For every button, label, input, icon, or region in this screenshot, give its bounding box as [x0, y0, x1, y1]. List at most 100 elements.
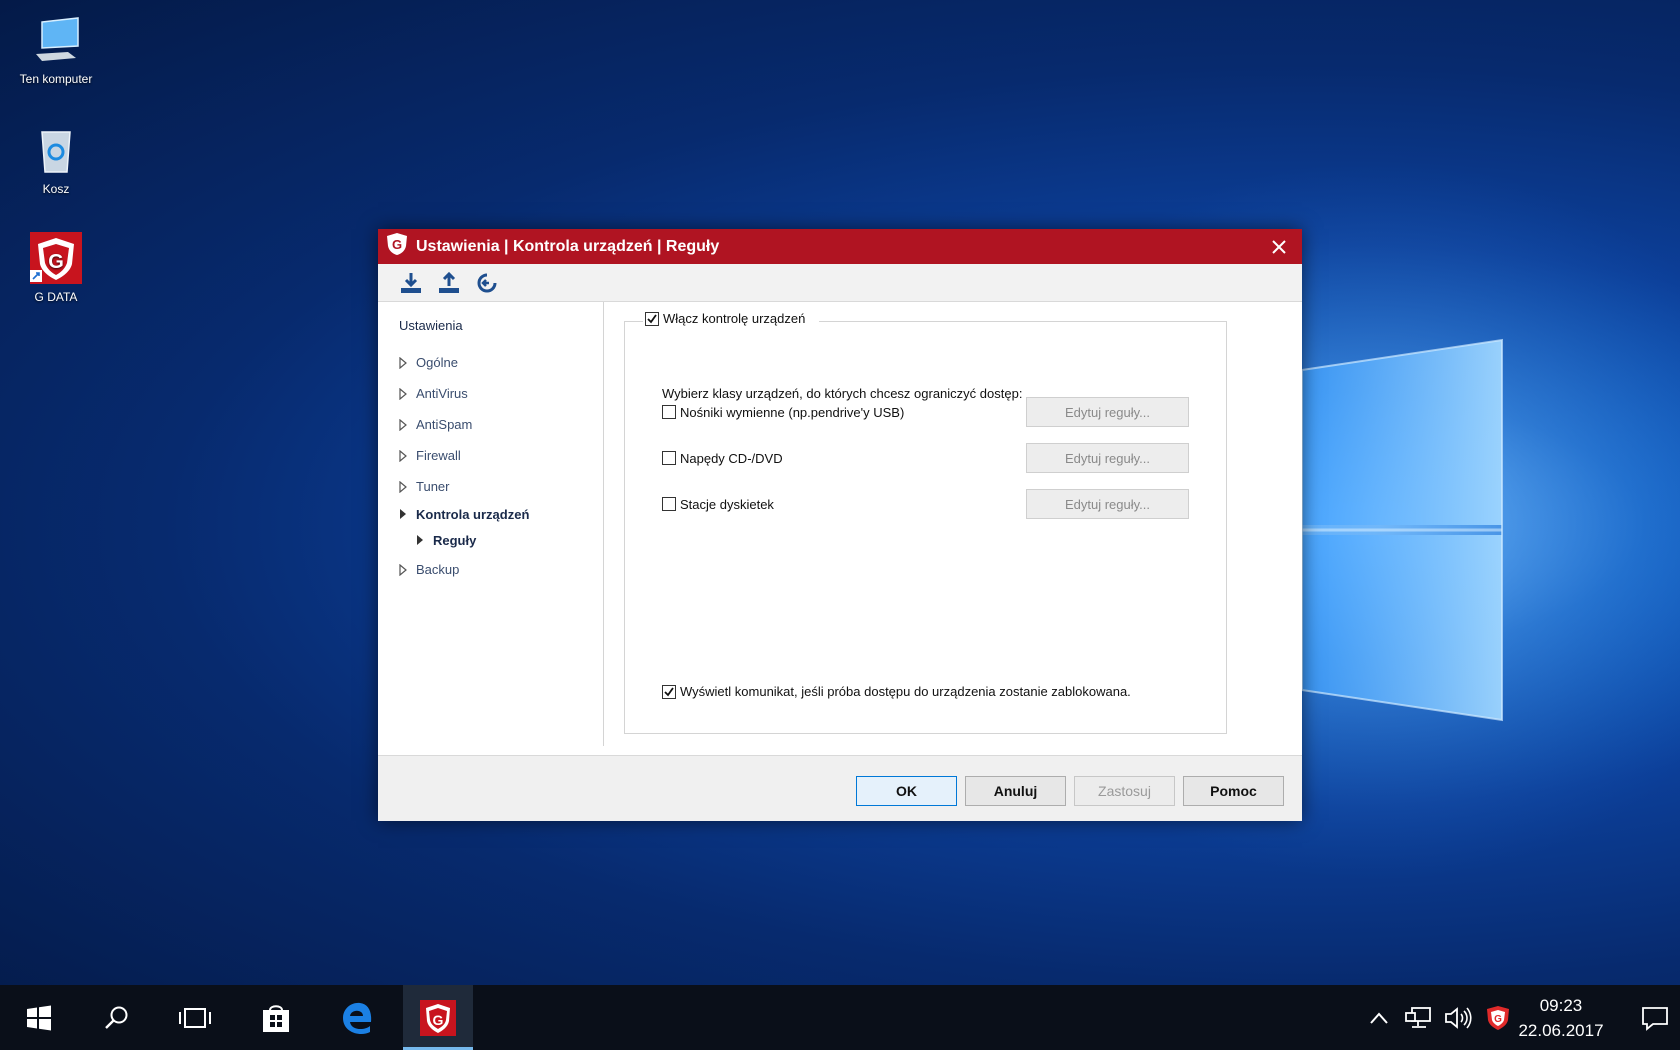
desktop-icon-computer[interactable]: Ten komputer — [10, 12, 102, 86]
enable-device-control-checkbox[interactable]: Włącz kontrolę urządzeń — [643, 311, 820, 326]
checkbox-label: Napędy CD-/DVD — [680, 450, 783, 466]
nav-item-label: Tuner — [416, 479, 450, 494]
svg-text:G: G — [392, 237, 402, 252]
settings-window: G Ustawienia | Kontrola urządzeń | Reguł… — [378, 229, 1302, 821]
taskbar-clock[interactable]: 09:23 22.06.2017 — [1506, 993, 1616, 1043]
nav-item-backup[interactable]: Backup — [378, 554, 603, 585]
desktop-icon-label: Kosz — [42, 182, 70, 196]
ok-button[interactable]: OK — [856, 776, 957, 806]
network-icon — [1405, 1006, 1431, 1028]
window-title: Ustawienia | Kontrola urządzeń | Reguły — [416, 237, 720, 255]
nav-item-label: Ogólne — [416, 355, 458, 370]
checkbox-unchecked — [662, 451, 676, 465]
notification-icon — [1642, 1006, 1668, 1031]
volume-tray-button[interactable] — [1441, 985, 1475, 1050]
nav-item-kontrola-urzadzen[interactable]: Kontrola urządzeń — [378, 502, 603, 526]
close-icon — [1272, 239, 1286, 254]
desktop-icon-recycle-bin[interactable]: Kosz — [10, 122, 102, 196]
nav-item-label: Firewall — [416, 448, 461, 463]
task-view-button[interactable] — [160, 985, 230, 1050]
settings-content: Ustawienia Ogólne AntiVirus AntiSpam Fir… — [378, 302, 1302, 746]
edge-button[interactable] — [322, 985, 392, 1050]
svg-text:G: G — [1494, 1014, 1502, 1025]
expand-arrow-icon — [398, 418, 412, 432]
show-hidden-icons-button[interactable] — [1364, 985, 1394, 1050]
checkbox-checked — [662, 684, 676, 699]
floppy-checkbox[interactable]: Stacje dyskietek — [662, 497, 774, 512]
nav-item-label: AntiSpam — [416, 417, 473, 432]
desktop-icon-label: Ten komputer — [19, 72, 93, 86]
start-button[interactable] — [4, 985, 74, 1050]
apply-button[interactable]: Zastosuj — [1074, 776, 1175, 806]
nav-item-label: Kontrola urządzeń — [416, 506, 530, 522]
gdata-logo-icon: G — [386, 232, 408, 261]
nav-item-label: AntiVirus — [416, 386, 468, 401]
search-icon — [105, 1006, 128, 1029]
network-tray-button[interactable] — [1401, 985, 1435, 1050]
checkmark-icon — [664, 686, 674, 696]
import-button[interactable] — [398, 270, 424, 296]
svg-text:G: G — [48, 251, 64, 273]
close-button[interactable] — [1256, 229, 1302, 264]
upload-icon — [439, 271, 459, 293]
help-button[interactable]: Pomoc — [1183, 776, 1284, 806]
title-bar[interactable]: G Ustawienia | Kontrola urządzeń | Reguł… — [378, 229, 1302, 264]
device-control-panel: Wybierz klasy urządzeń, do których chces… — [624, 302, 1227, 746]
gdata-shield-icon: G — [28, 230, 84, 286]
nav-item-antispam[interactable]: AntiSpam — [378, 409, 603, 440]
edit-rules-button-removable[interactable]: Edytuj reguły... — [1026, 397, 1189, 427]
checkbox-label: Stacje dyskietek — [680, 496, 774, 512]
expand-arrow-icon — [398, 449, 412, 463]
checkbox-label: Nośniki wymienne (np.pendrive'y USB) — [680, 404, 905, 420]
notify-blocked-checkbox[interactable]: Wyświetl komunikat, jeśli próba dostępu … — [662, 684, 1131, 699]
nav-heading: Ustawienia — [399, 318, 463, 333]
desktop-icon-label: G DATA — [34, 290, 78, 304]
checkmark-icon — [647, 313, 657, 323]
expand-arrow-icon — [398, 356, 412, 370]
device-control-group: Wybierz klasy urządzeń, do których chces… — [624, 321, 1227, 734]
selected-arrow-icon — [415, 533, 429, 547]
store-icon — [263, 1004, 289, 1032]
windows-logo-icon — [27, 1005, 51, 1030]
nav-item-reguly[interactable]: Reguły — [378, 526, 603, 554]
edit-rules-button-cd-dvd[interactable]: Edytuj reguły... — [1026, 443, 1189, 473]
removable-media-checkbox[interactable]: Nośniki wymienne (np.pendrive'y USB) — [662, 405, 904, 420]
download-icon — [401, 272, 421, 293]
nav-item-tuner[interactable]: Tuner — [378, 471, 603, 502]
store-button[interactable] — [241, 985, 311, 1050]
reset-button[interactable] — [474, 270, 500, 296]
checkbox-unchecked — [662, 405, 676, 419]
expand-arrow-icon — [398, 480, 412, 494]
checkbox-label: Włącz kontrolę urządzeń — [663, 311, 806, 326]
nav-item-label: Reguły — [433, 532, 477, 548]
nav-item-antivirus[interactable]: AntiVirus — [378, 378, 603, 409]
reset-icon — [477, 273, 497, 292]
dialog-footer: OK Anuluj Zastosuj Pomoc — [378, 755, 1302, 821]
checkbox-unchecked — [662, 497, 676, 511]
settings-nav: Ustawienia Ogólne AntiVirus AntiSpam Fir… — [378, 302, 604, 746]
export-button[interactable] — [436, 270, 462, 296]
edge-icon — [343, 1002, 372, 1034]
cd-dvd-checkbox[interactable]: Napędy CD-/DVD — [662, 451, 783, 466]
nav-item-label: Backup — [416, 562, 460, 577]
nav-item-firewall[interactable]: Firewall — [378, 440, 603, 471]
edit-rules-button-floppy[interactable]: Edytuj reguły... — [1026, 489, 1189, 519]
taskbar: G G 09:23 22.06.2017 — [0, 985, 1680, 1050]
nav-item-ogolne[interactable]: Ogólne — [378, 347, 603, 378]
clock-time: 09:23 — [1539, 996, 1583, 1015]
chevron-up-icon — [1370, 1011, 1388, 1024]
checkbox-checked — [645, 311, 659, 326]
gdata-shield-icon: G — [420, 999, 456, 1036]
search-button[interactable] — [82, 985, 152, 1050]
clock-date: 22.06.2017 — [1518, 1021, 1604, 1040]
device-row-floppy: Stacje dyskietek Edytuj reguły... — [662, 489, 1189, 519]
action-center-button[interactable] — [1630, 985, 1680, 1050]
gdata-taskbar-button[interactable]: G — [403, 985, 473, 1050]
cancel-button[interactable]: Anuluj — [965, 776, 1066, 806]
desktop-icon-gdata[interactable]: G G DATA — [10, 230, 102, 304]
expand-arrow-icon — [398, 387, 412, 401]
expand-arrow-icon — [398, 563, 412, 577]
volume-icon — [1445, 1006, 1472, 1029]
svg-text:G: G — [433, 1012, 444, 1028]
expanded-arrow-icon — [398, 507, 412, 521]
